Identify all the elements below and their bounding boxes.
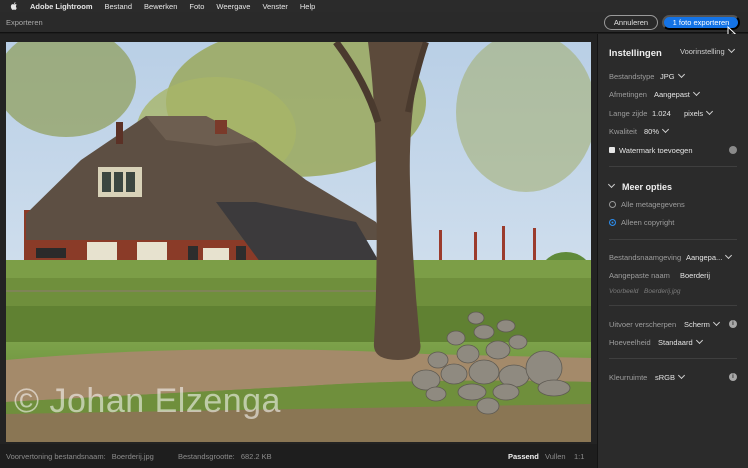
- page-title: Exporteren: [6, 18, 43, 27]
- filesize-value: 682.2 KB: [240, 452, 272, 461]
- naming-value: Aangepa...: [686, 253, 723, 262]
- watermark-text: © Johan Elzenga: [14, 382, 281, 420]
- chevron-down-icon: [661, 125, 670, 134]
- custom-name-input[interactable]: Boerderij: [680, 271, 710, 280]
- file-type-dropdown[interactable]: JPG: [660, 70, 685, 81]
- long-side-label: Lange zijde: [609, 109, 648, 118]
- zoom-fill-button[interactable]: Vullen: [545, 452, 566, 461]
- apple-icon[interactable]: [10, 2, 18, 10]
- status-bar: Voorvertoning bestandsnaam: Boerderij.jp…: [0, 444, 597, 468]
- chevron-down-icon: [727, 45, 735, 54]
- dimensions-dropdown[interactable]: Aangepast: [654, 88, 700, 99]
- file-type-value: JPG: [660, 72, 675, 81]
- unit-value: pixels: [684, 109, 704, 118]
- filename-preview: Voorvertoning bestandsnaam: Boerderij.jp…: [6, 452, 154, 461]
- file-type-label: Bestandstype: [609, 72, 655, 81]
- settings-title: Instellingen: [609, 48, 662, 59]
- zoom-fit-button[interactable]: Passend: [508, 452, 539, 461]
- sharpen-dropdown[interactable]: Scherm: [684, 318, 720, 329]
- chevron-down-icon: [695, 336, 703, 345]
- filesize-info: Bestandsgrootte: 682.2 KB: [178, 452, 272, 461]
- chevron-down-icon: [725, 251, 733, 260]
- divider: [609, 166, 737, 167]
- app-menu[interactable]: Adobe Lightroom: [30, 2, 93, 11]
- info-icon[interactable]: i: [729, 320, 737, 328]
- filename-value: Boerderij.jpg: [111, 452, 154, 461]
- quality-label: Kwaliteit: [609, 127, 637, 136]
- cancel-button[interactable]: Annuleren: [604, 15, 658, 30]
- preset-label: Voorinstelling: [680, 47, 725, 56]
- chevron-down-icon: [677, 70, 685, 79]
- gear-icon[interactable]: [729, 146, 737, 154]
- chevron-down-icon: [706, 107, 714, 116]
- menu-bar: Adobe Lightroom Bestand Bewerken Foto We…: [0, 0, 748, 12]
- quality-value: 80%: [644, 127, 660, 136]
- chevron-down-icon: [712, 318, 720, 327]
- settings-panel: Instellingen Voorinstelling Bestandstype…: [597, 34, 748, 468]
- colorspace-value: sRGB: [655, 373, 676, 382]
- chevron-down-icon[interactable]: [607, 180, 616, 189]
- filesize-label: Bestandsgrootte:: [178, 452, 235, 461]
- divider: [609, 358, 737, 359]
- quality-dropdown[interactable]: 80%: [644, 125, 670, 136]
- menu-bestand[interactable]: Bestand: [105, 2, 133, 11]
- amount-dropdown[interactable]: Standaard: [658, 336, 703, 347]
- metadata-copyright-radio[interactable]: [609, 219, 616, 226]
- long-side-input[interactable]: 1.024: [652, 109, 671, 118]
- naming-label: Bestandsnaamgeving: [609, 253, 682, 262]
- sharpen-label: Uitvoer verscherpen: [609, 320, 677, 329]
- unit-dropdown[interactable]: pixels: [684, 107, 714, 118]
- info-icon[interactable]: i: [729, 373, 737, 381]
- divider: [609, 305, 737, 306]
- divider: [609, 239, 737, 240]
- filename-label: Voorvertoning bestandsnaam:: [6, 452, 106, 461]
- zoom-1to1-button[interactable]: 1:1: [574, 452, 584, 461]
- example-label: Voorbeeld: [609, 288, 639, 295]
- sharpen-value: Scherm: [684, 320, 710, 329]
- colorspace-dropdown[interactable]: sRGB: [655, 371, 686, 382]
- chevron-down-icon: [692, 88, 700, 97]
- colorspace-label: Kleurruimte: [609, 373, 648, 382]
- chevron-down-icon: [677, 371, 686, 380]
- metadata-all-label: Alle metagegevens: [621, 200, 685, 209]
- more-options-title[interactable]: Meer opties: [622, 182, 672, 192]
- watermark-label: Watermark toevoegen: [619, 146, 693, 155]
- menu-help[interactable]: Help: [300, 2, 315, 11]
- metadata-copyright-label: Alleen copyright: [621, 218, 675, 227]
- metadata-all-radio[interactable]: [609, 201, 616, 208]
- naming-dropdown[interactable]: Aangepa...: [686, 251, 733, 262]
- example-value: Boerderij.jpg: [644, 288, 681, 295]
- amount-label: Hoeveelheid: [609, 338, 651, 347]
- menu-foto[interactable]: Foto: [189, 2, 204, 11]
- dimensions-value: Aangepast: [654, 90, 690, 99]
- watermark-checkbox[interactable]: [609, 147, 615, 153]
- menu-bewerken[interactable]: Bewerken: [144, 2, 177, 11]
- menu-venster[interactable]: Venster: [262, 2, 287, 11]
- custom-name-label: Aangepaste naam: [609, 271, 670, 280]
- menu-weergave[interactable]: Weergave: [216, 2, 250, 11]
- amount-value: Standaard: [658, 338, 693, 347]
- dimensions-label: Afmetingen: [609, 90, 647, 99]
- preset-dropdown[interactable]: Voorinstelling: [680, 45, 735, 56]
